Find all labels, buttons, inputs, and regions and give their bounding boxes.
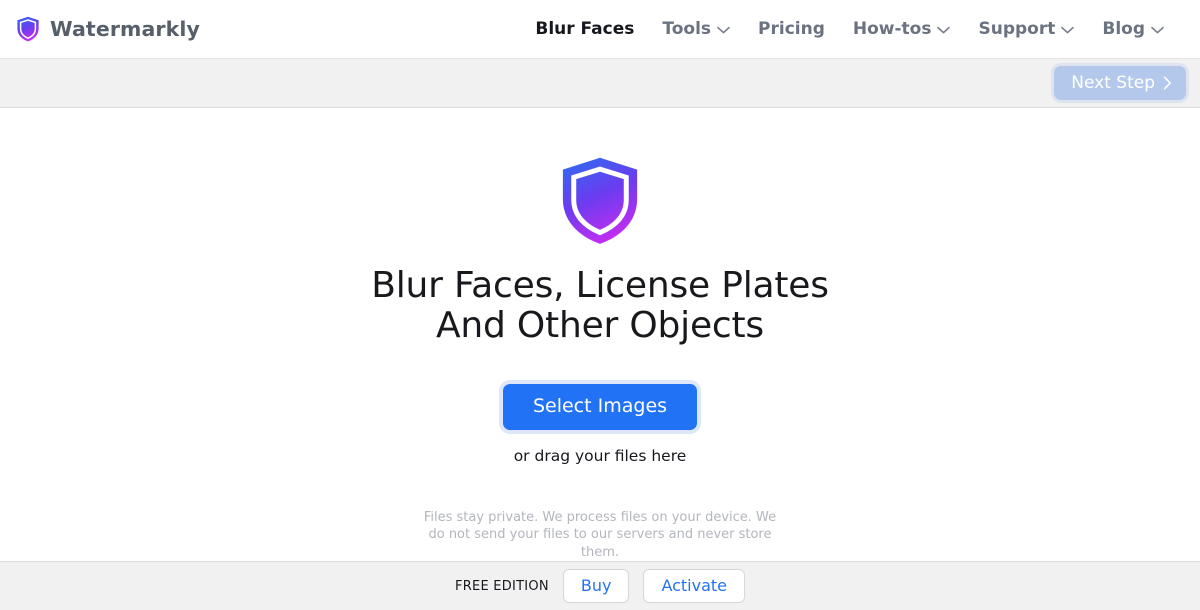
nav-item-how-tos[interactable]: How-tos (839, 13, 965, 45)
drag-files-hint: or drag your files here (513, 446, 687, 465)
chevron-down-icon (937, 26, 951, 34)
chevron-down-icon (1061, 26, 1075, 34)
buy-button[interactable]: Buy (562, 569, 630, 603)
chevron-down-icon (1151, 26, 1164, 34)
brand-logo-link[interactable]: Watermarkly (16, 16, 200, 42)
activate-button[interactable]: Activate (643, 569, 746, 603)
nav-item-support[interactable]: Support (964, 13, 1088, 45)
nav-item-blog[interactable]: Blog (1088, 13, 1178, 45)
app-window: Watermarkly Blur Faces Tools Pricing How… (0, 0, 1200, 610)
edition-badge: FREE EDITION (454, 578, 549, 594)
nav-label: Support (978, 19, 1056, 39)
page-title: Blur Faces, License Plates And Other Obj… (371, 264, 829, 346)
nav-label: Tools (662, 19, 712, 39)
next-step-button[interactable]: Next Step (1054, 65, 1186, 101)
nav-label: How-tos (852, 19, 932, 39)
nav-item-pricing[interactable]: Pricing (744, 13, 839, 45)
nav-item-blur-faces[interactable]: Blur Faces (521, 13, 648, 45)
nav-item-tools[interactable]: Tools (648, 13, 744, 45)
next-step-label: Next Step (1071, 72, 1155, 93)
page-title-line-1: Blur Faces, License Plates (371, 264, 829, 306)
select-images-button[interactable]: Select Images (502, 383, 698, 430)
chevron-right-icon (1163, 76, 1171, 90)
nav-label: Blog (1102, 19, 1145, 39)
page-title-line-2: And Other Objects (435, 304, 764, 346)
status-bar: FREE EDITION Buy Activate (0, 561, 1200, 610)
editor-toolbar: Next Step (0, 59, 1200, 108)
nav-label: Blur Faces (535, 19, 635, 39)
site-header: Watermarkly Blur Faces Tools Pricing How… (0, 0, 1200, 59)
drop-zone[interactable]: Blur Faces, License Plates And Other Obj… (0, 108, 1200, 561)
privacy-note: Files stay private. We process files on … (423, 509, 777, 560)
shield-icon (17, 16, 39, 42)
chevron-down-icon (717, 26, 730, 34)
shield-icon (562, 157, 638, 244)
brand-name: Watermarkly (50, 17, 200, 41)
nav-label: Pricing (758, 19, 825, 39)
main-navigation: Blur Faces Tools Pricing How-tos Support (521, 13, 1178, 45)
